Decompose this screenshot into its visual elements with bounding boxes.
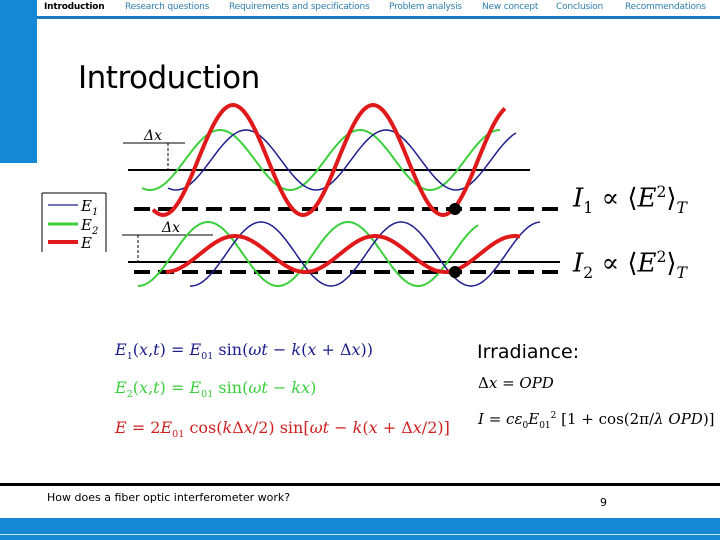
- wave-e2-bottom: [137, 220, 479, 288]
- sample-point-bottom: [449, 266, 461, 278]
- legend-label-e1: E1: [80, 197, 98, 218]
- equation-e2: E2(x,t) = E01 sin(ωt − kx): [115, 378, 317, 401]
- page-number: 9: [600, 496, 607, 509]
- footer-divider: [0, 483, 720, 486]
- equation-e1: E1(x,t) = E01 sin(ωt − k(x + Δx)): [115, 340, 374, 363]
- legend: E1 E2 E: [41, 192, 107, 252]
- wave-e-top: [151, 102, 507, 218]
- irradiance-label: Irradiance:: [477, 341, 580, 363]
- sample-point-top: [449, 203, 461, 215]
- legend-label-e: E: [80, 234, 92, 252]
- footer-title: How does a fiber optic interferometer wo…: [47, 491, 291, 504]
- wave-e2-top: [141, 128, 501, 192]
- equation-opd: Δx = OPD: [478, 374, 554, 392]
- delta-x-label-bottom: Δx: [161, 220, 180, 236]
- delta-x-label-top: Δx: [143, 128, 162, 144]
- equation-irradiance: I = cε0E012 [1 + cos(2π/λ OPD)]: [478, 410, 715, 431]
- delta-x-marker-top: Δx: [123, 128, 185, 170]
- intensity-i1-formula: I1 ∝ ⟨E2⟩T: [573, 183, 687, 217]
- bottom-accent-bar: [0, 518, 720, 540]
- intensity-i2-formula: I2 ∝ ⟨E2⟩T: [573, 248, 687, 282]
- equation-e-sum: E = 2E01 cos(kΔx/2) sin[ωt − k(x + Δx/2)…: [115, 418, 450, 441]
- wave-e-bottom: [165, 234, 521, 274]
